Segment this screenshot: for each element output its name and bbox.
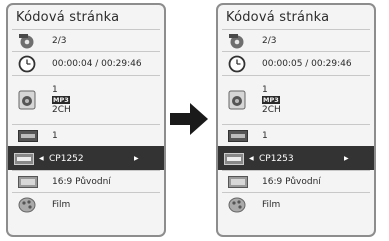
subtitle-row[interactable]: 1 [222,124,370,146]
abc-subtitle-icon [228,129,248,142]
prev-arrow-icon[interactable]: ◀ [249,155,254,162]
mode-row[interactable]: Film [12,192,160,216]
clock-icon [228,55,246,73]
picture-mode-icon [18,197,36,213]
audio-info: 1 MP3 2CH [52,85,71,115]
codepage-value: CP1253 [259,153,294,164]
title-row[interactable]: 2/3 [12,29,160,51]
audio-track: 1 [52,85,58,95]
audio-codec-badge: MP3 [262,96,280,104]
right-arrow-icon [168,98,210,144]
title-value: 2/3 [52,35,67,46]
info-panel-after: Kódová stránka 2/3 00:00:05 / 00:29:46 1… [216,3,376,237]
audio-channels: 2CH [52,105,71,115]
aspect-value: 16:9 Původní [52,176,111,187]
title-value: 2/3 [262,35,277,46]
aspect-row[interactable]: 16:9 Původní [12,170,160,192]
mode-row[interactable]: Film [222,192,370,216]
audio-codec-badge: MP3 [52,96,70,104]
codepage-value: CP1252 [49,153,84,164]
codepage-row[interactable]: ◀ CP1252 ▶ [8,146,164,170]
speaker-icon [18,90,36,110]
title-row[interactable]: 2/3 [222,29,370,51]
next-arrow-icon[interactable]: ▶ [344,155,349,162]
aspect-ratio-icon [18,175,38,188]
subtitle-value: 1 [52,130,58,141]
abc-codepage-icon [224,152,244,165]
time-row[interactable]: 00:00:04 / 00:29:46 [12,51,160,75]
prev-arrow-icon[interactable]: ◀ [39,155,44,162]
aspect-row[interactable]: 16:9 Původní [222,170,370,192]
panel-title: Kódová stránka [16,10,120,25]
time-value: 00:00:05 / 00:29:46 [262,58,352,69]
speaker-icon [228,90,246,110]
time-row[interactable]: 00:00:05 / 00:29:46 [222,51,370,75]
abc-subtitle-icon [18,129,38,142]
subtitle-value: 1 [262,130,268,141]
disc-title-icon [18,33,36,49]
next-arrow-icon[interactable]: ▶ [134,155,139,162]
info-panel-before: Kódová stránka 2/3 00:00:04 / 00:29:46 1… [6,3,166,237]
panel-title: Kódová stránka [226,10,330,25]
abc-codepage-icon [14,152,34,165]
audio-track: 1 [262,85,268,95]
aspect-ratio-icon [228,175,248,188]
disc-title-icon [228,33,246,49]
mode-value: Film [262,199,281,210]
audio-info: 1 MP3 2CH [262,85,281,115]
mode-value: Film [52,199,71,210]
audio-channels: 2CH [262,105,281,115]
subtitle-row[interactable]: 1 [12,124,160,146]
picture-mode-icon [228,197,246,213]
clock-icon [18,55,36,73]
aspect-value: 16:9 Původní [262,176,321,187]
codepage-row[interactable]: ◀ CP1253 ▶ [218,146,374,170]
audio-row[interactable]: 1 MP3 2CH [222,75,370,124]
audio-row[interactable]: 1 MP3 2CH [12,75,160,124]
time-value: 00:00:04 / 00:29:46 [52,58,142,69]
